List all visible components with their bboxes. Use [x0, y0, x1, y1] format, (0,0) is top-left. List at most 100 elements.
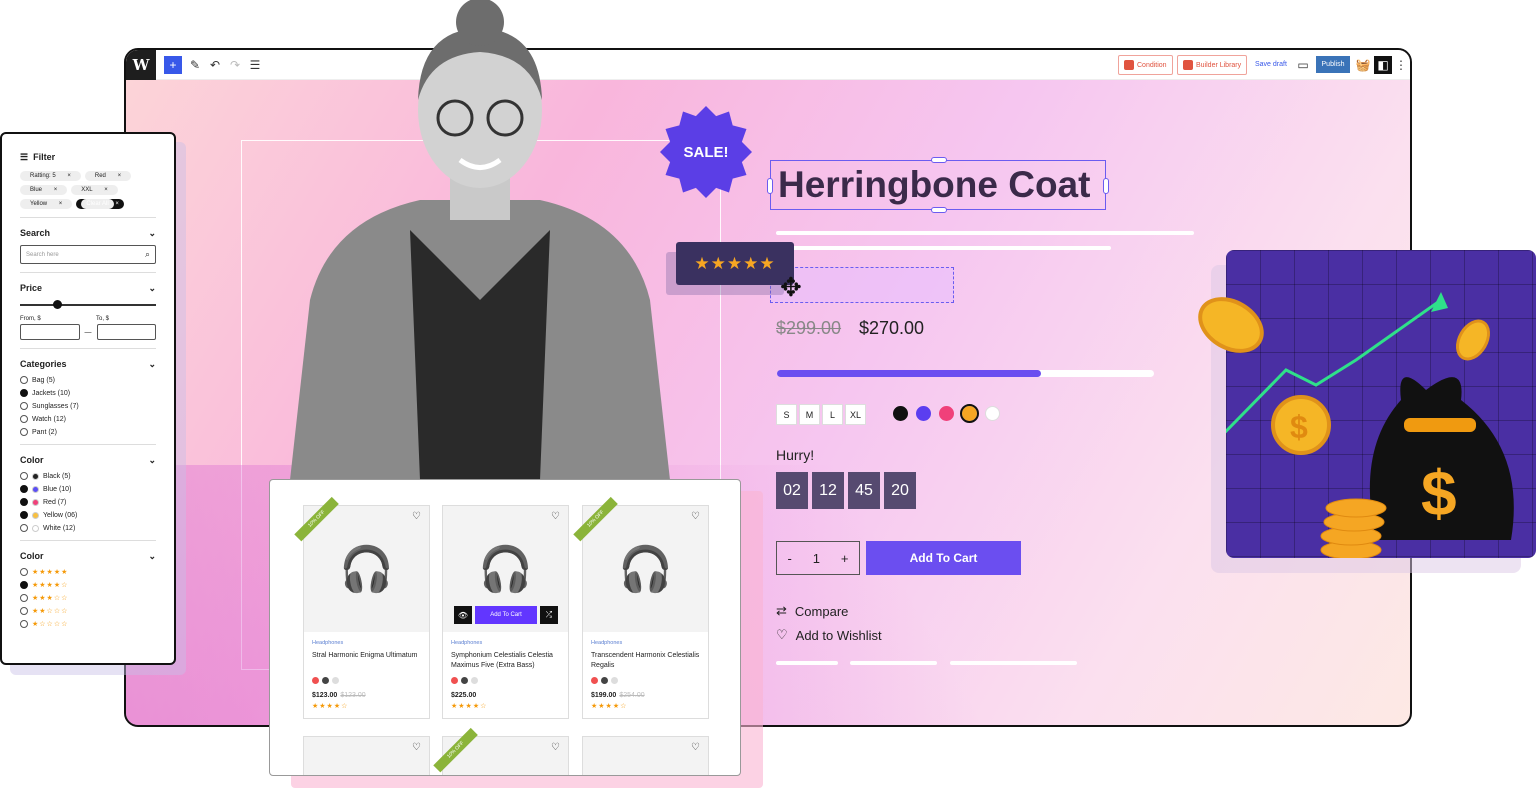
heart-icon[interactable]: ♡: [551, 742, 560, 753]
radio[interactable]: [20, 485, 28, 493]
heart-icon[interactable]: ♡: [691, 742, 700, 753]
category-option[interactable]: Sunglasses (7): [20, 402, 156, 410]
clear-all-button[interactable]: Clear All ×: [76, 199, 124, 209]
color-option[interactable]: Black (5): [20, 472, 156, 480]
category-option[interactable]: Pant (2): [20, 428, 156, 436]
add-to-cart-button[interactable]: Add To Cart: [475, 606, 537, 624]
product-card[interactable]: ♡: [582, 736, 709, 775]
add-to-cart-button[interactable]: Add To Cart: [866, 541, 1021, 575]
shuffle-compare-icon[interactable]: ⤮: [540, 606, 558, 624]
compare-link[interactable]: ⇄ Compare: [776, 603, 848, 619]
publish-button[interactable]: Publish: [1316, 56, 1350, 73]
rating-option[interactable]: ★★☆☆☆: [20, 607, 156, 615]
size-m[interactable]: M: [799, 404, 820, 425]
basket-icon[interactable]: 🧺: [1354, 56, 1372, 74]
product-card[interactable]: 10% OFF ♡ 🎧 Headphones Stral Harmonic Enig…: [294, 496, 430, 719]
color-swatch[interactable]: [893, 406, 908, 421]
radio[interactable]: [20, 524, 28, 532]
color-option[interactable]: Blue (10): [20, 485, 156, 493]
qty-minus-button[interactable]: -: [787, 551, 791, 566]
close-icon[interactable]: ×: [48, 185, 63, 195]
sidebar-toggle-icon[interactable]: ◧: [1374, 56, 1392, 74]
close-icon[interactable]: ×: [112, 171, 127, 181]
size-s[interactable]: S: [776, 404, 797, 425]
color-option[interactable]: White (12): [20, 524, 156, 532]
slider-handle[interactable]: [53, 300, 62, 309]
product-image[interactable]: ♡ 🎧 👁 Add To Cart ⤮: [443, 506, 568, 632]
more-options-icon[interactable]: ⋮: [1392, 56, 1410, 74]
rating-section-header[interactable]: Color ⌄: [20, 551, 156, 562]
product-category[interactable]: Headphones: [451, 640, 560, 646]
product-card[interactable]: ♡: [303, 736, 430, 775]
radio[interactable]: [20, 594, 28, 602]
qty-value[interactable]: 1: [813, 551, 820, 566]
product-category[interactable]: Headphones: [312, 640, 421, 646]
close-icon[interactable]: ×: [53, 199, 68, 209]
category-option[interactable]: Watch (12): [20, 415, 156, 423]
rating-option[interactable]: ★★★☆☆: [20, 594, 156, 602]
wordpress-logo[interactable]: W: [126, 50, 156, 80]
color-swatch[interactable]: [916, 406, 931, 421]
heart-icon[interactable]: ♡: [412, 742, 421, 753]
filter-search-input[interactable]: Search here ⌕: [20, 245, 156, 264]
filter-chip[interactable]: XXL ×: [71, 185, 118, 195]
product-card[interactable]: 10% OFF ♡ 🎧 Headphones Transcendent Harmon…: [573, 496, 709, 719]
color-option[interactable]: Yellow (06): [20, 511, 156, 519]
product-name[interactable]: Transcendent Harmonix Celestialis Regali…: [591, 651, 700, 673]
rating-option[interactable]: ★★★★★: [20, 568, 156, 576]
radio[interactable]: [20, 498, 28, 506]
radio[interactable]: [20, 620, 28, 628]
price-to-input[interactable]: [96, 324, 156, 340]
builder-library-button[interactable]: Builder Library: [1177, 55, 1248, 75]
filter-chip[interactable]: Ratting: 5 ×: [20, 171, 81, 181]
filter-chip[interactable]: Blue ×: [20, 185, 68, 195]
list-view-icon[interactable]: ☰: [246, 56, 264, 74]
rating-widget[interactable]: ★★★★★: [676, 242, 794, 285]
category-option[interactable]: Bag (5): [20, 376, 156, 384]
color-section-header[interactable]: Color ⌄: [20, 455, 156, 466]
categories-section-header[interactable]: Categories ⌄: [20, 359, 156, 370]
heart-icon[interactable]: ♡: [551, 511, 560, 522]
wishlist-link[interactable]: ♡ Add to Wishlist: [776, 627, 882, 643]
filter-chip[interactable]: Yellow ×: [20, 199, 73, 209]
product-card[interactable]: 10% OFF ♡: [433, 727, 569, 775]
preview-icon[interactable]: ▭: [1294, 56, 1312, 74]
radio[interactable]: [20, 511, 28, 519]
radio[interactable]: [20, 428, 28, 436]
price-section-header[interactable]: Price ⌄: [20, 283, 156, 294]
condition-button[interactable]: Condition: [1118, 55, 1173, 75]
size-xl[interactable]: XL: [845, 404, 866, 425]
rating-option[interactable]: ★★★★☆: [20, 581, 156, 589]
product-name[interactable]: Symphonium Celestialis Celestia Maximus …: [451, 651, 560, 673]
filter-chip[interactable]: Red ×: [84, 171, 132, 181]
undo-icon[interactable]: ↶: [206, 56, 224, 74]
product-title[interactable]: Herringbone Coat: [767, 157, 1109, 213]
pencil-icon[interactable]: ✎: [186, 56, 204, 74]
radio[interactable]: [20, 402, 28, 410]
radio[interactable]: [20, 376, 28, 384]
radio[interactable]: [20, 415, 28, 423]
product-card[interactable]: ♡ 🎧 👁 Add To Cart ⤮ Headphones Symphonium C…: [442, 505, 569, 719]
add-block-icon[interactable]: +: [164, 56, 182, 74]
product-category[interactable]: Headphones: [591, 640, 700, 646]
rating-option[interactable]: ★☆☆☆☆: [20, 620, 156, 628]
radio[interactable]: [20, 472, 28, 480]
radio[interactable]: [20, 581, 28, 589]
color-option[interactable]: Red (7): [20, 498, 156, 506]
close-icon[interactable]: ×: [99, 185, 113, 195]
radio[interactable]: [20, 568, 28, 576]
radio[interactable]: [20, 607, 28, 615]
category-option[interactable]: Jackets (10): [20, 389, 156, 397]
heart-icon[interactable]: ♡: [412, 511, 421, 522]
color-swatch[interactable]: [985, 406, 1000, 421]
price-slider[interactable]: [20, 300, 156, 310]
radio[interactable]: [20, 389, 28, 397]
redo-icon[interactable]: ↷: [226, 56, 244, 74]
quick-view-icon[interactable]: 👁: [454, 606, 472, 624]
size-l[interactable]: L: [822, 404, 843, 425]
qty-plus-button[interactable]: +: [841, 551, 849, 566]
search-section-header[interactable]: Search ⌄: [20, 228, 156, 239]
color-swatch[interactable]: [960, 404, 979, 423]
heart-icon[interactable]: ♡: [691, 511, 700, 522]
color-swatch[interactable]: [939, 406, 954, 421]
